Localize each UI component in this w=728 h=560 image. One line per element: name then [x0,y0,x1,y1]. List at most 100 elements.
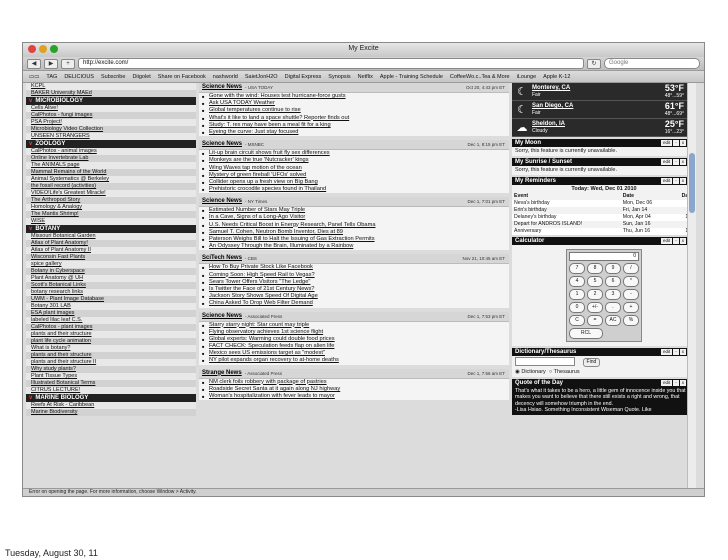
link-item[interactable]: Cells Alive! [26,105,196,112]
link-item[interactable]: plants and their structure II [26,359,196,366]
news-headline[interactable]: How To Buy Private Stock Like Facebook [199,264,509,271]
news-headline[interactable]: Monkeys are the true 'Nutcracker' kings [199,157,509,164]
calculator-key[interactable]: 3 [605,289,621,300]
calculator-key[interactable]: 0 [569,302,585,313]
news-headline[interactable]: An Odyssey Through the Brain, Illuminate… [199,243,509,250]
reload-icon[interactable]: ↻ [587,58,601,69]
bookmark-item[interactable]: CoffeeWo.c..Tea & More [450,74,510,80]
weather-city[interactable]: San Diego, CA [532,103,573,110]
news-source[interactable]: Science News [202,83,242,92]
link-item[interactable]: Missouri Botanical Garden [26,233,196,240]
news-headline[interactable]: Global experts: Warming could double foo… [199,336,509,343]
edit-button[interactable]: edit [660,159,673,165]
news-source[interactable]: SciTech News [202,254,242,263]
news-source[interactable]: Strange News [202,369,242,378]
news-headline[interactable]: Ask USA TODAY Weather [199,100,509,107]
calculator-key[interactable]: - [623,289,639,300]
link-item[interactable]: Plant Anatomy @ UH [26,275,196,282]
bookmark-item[interactable]: Netflix [358,74,373,80]
news-source[interactable]: Science News [202,197,242,206]
news-headline[interactable]: Global temperatures continue to rise [199,107,509,114]
news-headline[interactable]: Mexico sees US emissions target as "mode… [199,350,509,357]
link-item[interactable]: Why study plants? [26,366,196,373]
link-item[interactable]: What is botany? [26,345,196,352]
calculator-key[interactable]: / [623,263,639,274]
news-source[interactable]: Science News [202,140,242,149]
news-headline[interactable]: Collider opens up a fresh view on Big Ba… [199,179,509,186]
news-headline[interactable]: NY pilot expands organ recovery to at-ho… [199,357,509,364]
news-headline[interactable]: Woman's hospitalization with fever leads… [199,393,509,400]
link-item[interactable]: Botany 301 LAB [26,303,196,310]
bookmark-item[interactable]: iLounge [517,74,537,80]
link-item[interactable]: Marine Biodiversity [26,409,196,416]
link-item[interactable]: ESA plant images [26,310,196,317]
edit-button[interactable]: edit [660,379,673,386]
back-icon[interactable]: ◀ [27,58,41,69]
bookmark-item[interactable]: Diigolet [132,74,150,80]
link-item[interactable]: Atlas of Plant Anatomy! [26,240,196,247]
link-item[interactable]: Illustrated Botanical Terms [26,380,196,387]
link-item[interactable]: Botany in Cyberspace [26,268,196,275]
bookmark-item[interactable]: SaietJonH2O [245,74,278,80]
bookmark-item[interactable]: Subscribe [101,74,125,80]
news-headline[interactable]: Flying observatory achieves 1st science … [199,329,509,336]
forward-icon[interactable]: ▶ [44,58,58,69]
link-item[interactable]: KCPL [26,83,196,90]
calculator-key[interactable]: RCL [569,328,603,339]
news-headline[interactable]: Sears Tower Offers Visitors "The Ledge" [199,279,509,286]
find-button[interactable]: Find [582,357,601,367]
news-headline[interactable]: Lit-up brain circuit shows fruit fly sex… [199,150,509,157]
link-item[interactable]: botany research links [26,289,196,296]
link-item[interactable]: plants and their structure [26,331,196,338]
link-item[interactable]: CITRUS LECTURE! [26,387,196,394]
link-item[interactable]: Reefs At Risk - Caribbean [26,402,196,409]
news-headline[interactable]: Paterson Weighs Bill to Halt the Issuing… [199,236,509,243]
link-item[interactable]: The Mantis Shrimp! [26,211,196,218]
news-headline[interactable]: China Asked To Drop Web Filter Demand [199,300,509,307]
minimize-button[interactable]: - [673,379,679,386]
news-headline[interactable]: Estimated Number of Stars May Triple [199,207,509,214]
news-headline[interactable]: Mystery of green fireball 'UFOs' solved [199,172,509,179]
calculator-key[interactable]: + [623,302,639,313]
calculator-key[interactable]: . [605,302,621,313]
reader-icon[interactable]: ▭▭ [29,74,39,80]
bookmark-item[interactable]: Apple - Training Schedule [380,74,443,80]
section-header[interactable]: v BOTANY [26,225,196,233]
scrollbar[interactable] [687,83,696,489]
calculator-key[interactable]: * [623,276,639,287]
calculator-key[interactable]: 8 [587,263,603,274]
calculator-key[interactable]: 2 [587,289,603,300]
news-headline[interactable]: NM clerk foils robbery with package of p… [199,379,509,386]
calculator-key[interactable]: +/- [587,302,603,313]
news-headline[interactable]: Is Twitter the Face of 21st Century News… [199,286,509,293]
calculator-key[interactable]: C [569,315,585,326]
calculator-key[interactable]: = [587,315,603,326]
link-item[interactable]: The ANIMALS page [26,162,196,169]
minimize-button[interactable]: - [673,238,679,244]
weather-city[interactable]: Monterey, CA [532,85,570,92]
bookmark-item[interactable]: DELICIOUS [64,74,94,80]
news-headline[interactable]: Coming Soon: High Speed Rail to Vegas? [199,272,509,279]
link-item[interactable]: Microbiology Video Collection [26,126,196,133]
link-item[interactable]: Plant Tissue Types [26,373,196,380]
link-item[interactable]: Online Invertebrate Lab [26,155,196,162]
link-item[interactable]: Mammal Remains of the World [26,169,196,176]
section-header[interactable]: v ZOOLOGY [26,140,196,148]
news-headline[interactable]: Prehistoric crocodile species found in T… [199,186,509,193]
link-item[interactable]: plants and their structure [26,352,196,359]
dictionary-radio[interactable]: ◉ [515,369,520,375]
calculator-key[interactable]: AC [605,315,621,326]
link-item[interactable]: The Arthropod Story [26,197,196,204]
close-button[interactable]: x [679,379,686,386]
news-headline[interactable]: Eyeing the curve: Just stay focused [199,129,509,136]
link-item[interactable]: spice gallery [26,261,196,268]
link-item[interactable]: VIDEO!Life's Greatest Miracle! [26,190,196,197]
close-button[interactable]: x [679,178,686,184]
dictionary-input[interactable] [515,357,575,366]
calculator-key[interactable]: % [623,315,639,326]
link-item[interactable]: PSA Project! [26,119,196,126]
calculator-key[interactable]: 9 [605,263,621,274]
news-headline[interactable]: Samuel T. Cohen, Neutron Bomb Inventor, … [199,229,509,236]
close-button[interactable]: x [679,238,686,244]
section-header[interactable]: v MARINE BIOLOGY [26,394,196,402]
